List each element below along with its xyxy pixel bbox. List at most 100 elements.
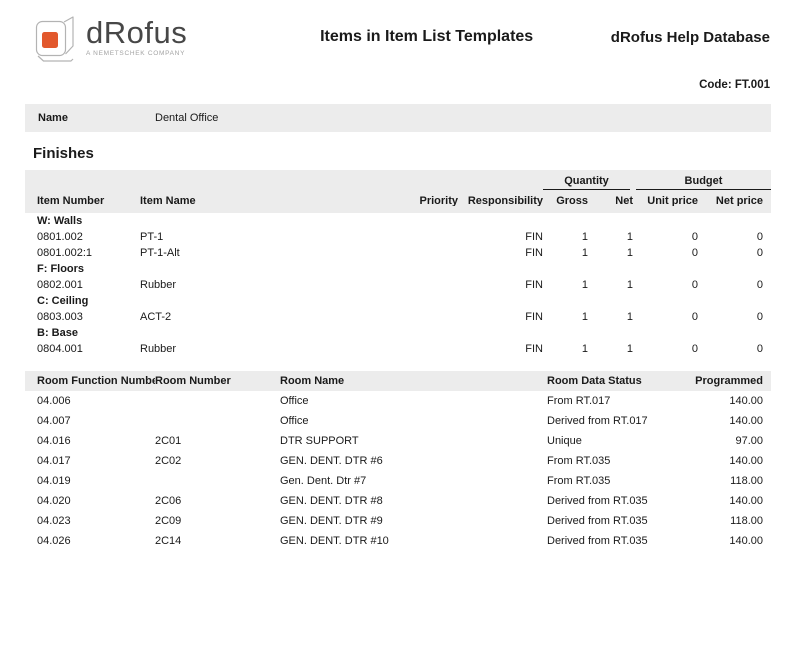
table-row: 04.0202C06GEN. DENT. DTR #8Derived from … (25, 491, 771, 511)
cell-net-price: 0 (698, 309, 771, 325)
cell-unit-price: 0 (633, 229, 698, 245)
report-page: dRofus A NEMETSCHEK COMPANY Items in Ite… (0, 0, 805, 656)
finishes-table-body: W: Walls0801.002PT-1FIN11000801.002:1PT-… (25, 213, 771, 357)
cell-status: Derived from RT.035 (547, 491, 677, 511)
cell-status: Derived from RT.035 (547, 511, 677, 531)
cell-item-name: PT-1 (140, 229, 408, 245)
column-header-room-name: Room Name (280, 371, 547, 391)
name-value: Dental Office (155, 104, 218, 132)
rooms-table: Room Function Number: Room Number Room N… (25, 371, 771, 551)
cell-item-number: 0804.001 (25, 341, 140, 357)
cell-responsibility: FIN (458, 229, 543, 245)
cell-room-number: 2C14 (155, 531, 280, 551)
cell-room-name: Office (280, 391, 547, 411)
finishes-table-header: Quantity Budget Item Number Item Name Pr… (25, 170, 771, 213)
group-row-label: F: Floors (25, 261, 771, 277)
cell-room-name: GEN. DENT. DTR #10 (280, 531, 547, 551)
name-label: Name (25, 104, 155, 132)
cell-net: 1 (588, 277, 633, 293)
table-row: 0804.001RubberFIN1100 (25, 341, 771, 357)
column-header-priority: Priority (408, 190, 458, 206)
table-row: 0803.003ACT-2FIN1100 (25, 309, 771, 325)
column-header-item-name: Item Name (140, 190, 408, 206)
logo-orange-square (42, 32, 58, 48)
cell-priority (408, 245, 458, 261)
column-header-gross: Gross (543, 190, 588, 206)
cell-room-name: DTR SUPPORT (280, 431, 547, 451)
column-header-unit-price: Unit price (633, 190, 698, 206)
cell-item-name: Rubber (140, 277, 408, 293)
report-content: Name Dental Office Finishes Quantity Bud… (25, 104, 771, 551)
cell-item-name: PT-1-Alt (140, 245, 408, 261)
cell-priority (408, 229, 458, 245)
table-row: W: Walls (25, 213, 771, 229)
cell-responsibility: FIN (458, 341, 543, 357)
column-header-net: Net (588, 190, 633, 206)
column-header-item-number: Item Number (25, 190, 140, 206)
cell-room-name: GEN. DENT. DTR #8 (280, 491, 547, 511)
cell-item-number: 0803.003 (25, 309, 140, 325)
database-title: dRofus Help Database (611, 29, 770, 46)
cell-unit-price: 0 (633, 309, 698, 325)
table-row: 04.0262C14GEN. DENT. DTR #10Derived from… (25, 531, 771, 551)
cell-room-name: GEN. DENT. DTR #9 (280, 511, 547, 531)
cell-room-number (155, 471, 280, 491)
table-row: F: Floors (25, 261, 771, 277)
group-row-label: B: Base (25, 325, 771, 341)
table-row: 04.0162C01DTR SUPPORTUnique97.00 (25, 431, 771, 451)
cell-programmed: 140.00 (677, 411, 771, 431)
cell-net: 1 (588, 309, 633, 325)
cell-function-number: 04.019 (25, 471, 155, 491)
cell-unit-price: 0 (633, 245, 698, 261)
cell-function-number: 04.007 (25, 411, 155, 431)
cell-responsibility: FIN (458, 277, 543, 293)
cell-room-number: 2C02 (155, 451, 280, 471)
logo-text: dRofus A NEMETSCHEK COMPANY (86, 16, 187, 57)
section-heading: Finishes (25, 145, 771, 164)
cell-programmed: 140.00 (677, 391, 771, 411)
cell-room-name: Office (280, 411, 547, 431)
rooms-table-body: 04.006OfficeFrom RT.017140.0004.007Offic… (25, 391, 771, 551)
cell-room-name: Gen. Dent. Dtr #7 (280, 471, 547, 491)
cell-gross: 1 (543, 245, 588, 261)
brand-name: dRofus (86, 16, 187, 49)
cell-unit-price: 0 (633, 341, 698, 357)
cell-unit-price: 0 (633, 277, 698, 293)
cell-item-number: 0801.002:1 (25, 245, 140, 261)
document-title: Items in Item List Templates (320, 28, 533, 46)
drofus-logo: dRofus A NEMETSCHEK COMPANY (33, 15, 187, 62)
cell-room-number (155, 391, 280, 411)
cell-programmed: 118.00 (677, 471, 771, 491)
table-row: 04.019 Gen. Dent. Dtr #7From RT.035118.00 (25, 471, 771, 491)
drofus-cube-icon (33, 15, 80, 62)
cell-net: 1 (588, 229, 633, 245)
name-row: Name Dental Office (25, 104, 771, 132)
budget-group-header: Budget (636, 173, 771, 190)
cell-function-number: 04.020 (25, 491, 155, 511)
rooms-table-header: Room Function Number: Room Number Room N… (25, 371, 771, 391)
cell-room-number: 2C09 (155, 511, 280, 531)
cell-item-number: 0802.001 (25, 277, 140, 293)
column-header-responsibility: Responsibility (458, 190, 543, 206)
cell-gross: 1 (543, 229, 588, 245)
cell-function-number: 04.017 (25, 451, 155, 471)
table-row: C: Ceiling (25, 293, 771, 309)
cell-status: From RT.035 (547, 471, 677, 491)
group-row-label: C: Ceiling (25, 293, 771, 309)
group-header-spacer (25, 173, 543, 190)
cell-status: Unique (547, 431, 677, 451)
cell-room-number (155, 411, 280, 431)
brand-tagline: A NEMETSCHEK COMPANY (86, 50, 187, 57)
column-header-programmed: Programmed (677, 371, 771, 391)
table-row: 0802.001RubberFIN1100 (25, 277, 771, 293)
cell-function-number: 04.026 (25, 531, 155, 551)
column-header-room-function-number: Room Function Number: (25, 371, 155, 391)
table-row: 04.007 OfficeDerived from RT.017140.00 (25, 411, 771, 431)
cell-item-name: Rubber (140, 341, 408, 357)
cell-status: Derived from RT.017 (547, 411, 677, 431)
cell-net-price: 0 (698, 245, 771, 261)
group-row-label: W: Walls (25, 213, 771, 229)
table-row: B: Base (25, 325, 771, 341)
cell-net-price: 0 (698, 277, 771, 293)
cell-room-number: 2C01 (155, 431, 280, 451)
